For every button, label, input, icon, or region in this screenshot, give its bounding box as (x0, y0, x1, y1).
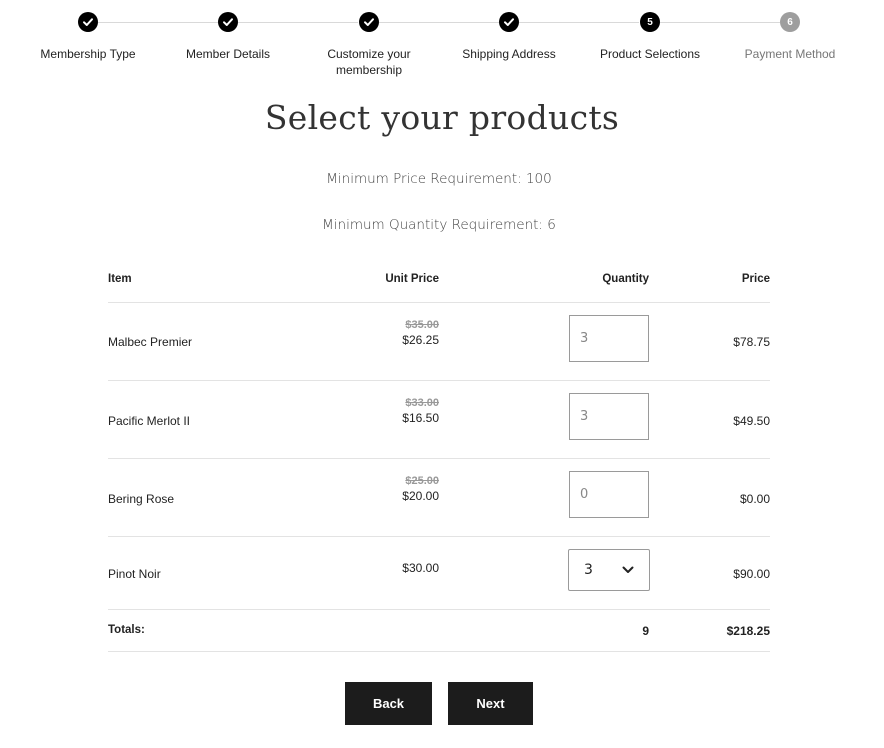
step-label: Customize your membership (327, 47, 411, 77)
step-customize-membership[interactable]: Customize your membership (299, 12, 439, 78)
step-number-badge: 6 (780, 12, 800, 32)
header-price: Price (741, 273, 770, 285)
original-price: $35.00 (405, 319, 439, 331)
sale-price: $26.25 (402, 333, 439, 347)
line-price: $90.00 (733, 567, 770, 581)
step-payment-method: 6 Payment Method (720, 12, 860, 62)
original-price: $33.00 (405, 397, 439, 409)
step-label: Member Details (185, 47, 271, 61)
check-icon (78, 12, 98, 32)
next-button[interactable]: Next (448, 682, 533, 725)
step-label: Payment Method (744, 47, 836, 61)
check-icon (218, 12, 238, 32)
line-price: $0.00 (739, 492, 770, 506)
quantity-input[interactable]: 3 (569, 315, 649, 362)
step-number-badge: 5 (640, 12, 660, 32)
min-price-requirement: Minimum Price Requirement: 100 (326, 171, 552, 187)
step-membership-type[interactable]: Membership Type (18, 12, 158, 62)
total-price: $218.25 (726, 624, 770, 638)
unit-price-cell: $25.00 $20.00 (402, 475, 439, 503)
line-price: $78.75 (733, 335, 770, 349)
unit-price-cell: $35.00 $26.25 (402, 319, 439, 347)
table-row: Pinot Noir $30.00 3 $90.00 (108, 537, 770, 610)
totals-label: Totals: (108, 624, 145, 636)
table-row: Pacific Merlot II $33.00 $16.50 3 $49.50 (108, 381, 770, 459)
quantity-select[interactable]: 3 (568, 549, 650, 591)
quantity-input[interactable]: 3 (569, 393, 649, 440)
check-icon (359, 12, 379, 32)
back-button[interactable]: Back (345, 682, 432, 725)
sale-price: $20.00 (402, 489, 439, 503)
header-quantity: Quantity (602, 273, 649, 285)
header-unit-price: Unit Price (385, 273, 439, 285)
min-quantity-requirement: Minimum Quantity Requirement: 6 (322, 217, 556, 233)
step-label: Membership Type (40, 47, 136, 61)
quantity-input[interactable]: 0 (569, 471, 649, 518)
product-name: Malbec Premier (108, 335, 193, 349)
step-member-details[interactable]: Member Details (158, 12, 298, 62)
unit-price-cell: $30.00 (402, 559, 439, 575)
sale-price: $16.50 (402, 411, 439, 425)
progress-stepper: Membership Type Member Details Customize… (0, 0, 884, 90)
step-product-selections: 5 Product Selections (580, 12, 720, 62)
chevron-down-icon (622, 566, 634, 573)
selected-quantity: 3 (584, 562, 593, 578)
step-shipping-address[interactable]: Shipping Address (439, 12, 579, 62)
products-table: Item Unit Price Quantity Price Malbec Pr… (108, 260, 770, 652)
table-row: Bering Rose $25.00 $20.00 0 $0.00 (108, 459, 770, 537)
table-row: Malbec Premier $35.00 $26.25 3 $78.75 (108, 303, 770, 381)
total-quantity: 9 (642, 624, 649, 638)
table-header-row: Item Unit Price Quantity Price (108, 260, 770, 303)
step-label: Shipping Address (462, 47, 556, 61)
unit-price-cell: $33.00 $16.50 (402, 397, 439, 425)
header-item: Item (108, 273, 132, 285)
product-name: Pacific Merlot II (108, 414, 191, 428)
page-title: Select your products (264, 98, 620, 137)
product-name: Bering Rose (108, 492, 175, 506)
unit-price: $30.00 (402, 561, 439, 575)
product-name: Pinot Noir (108, 567, 161, 581)
original-price: $25.00 (405, 475, 439, 487)
line-price: $49.50 (733, 414, 770, 428)
check-icon (499, 12, 519, 32)
step-label: Product Selections (599, 47, 701, 61)
totals-row: Totals: 9 $218.25 (108, 610, 770, 652)
